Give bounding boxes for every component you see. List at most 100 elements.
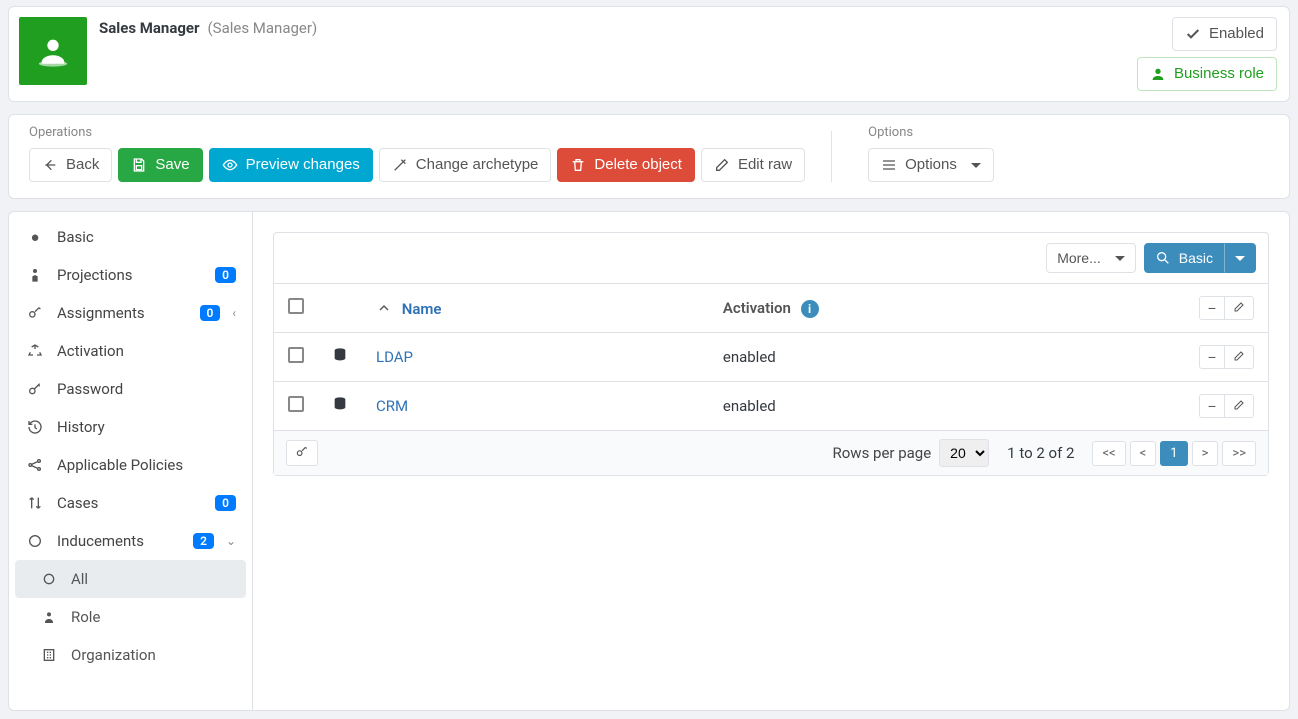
sidebar-sub-organization[interactable]: Organization: [9, 636, 252, 674]
back-button[interactable]: Back: [29, 148, 112, 182]
row-collapse-button[interactable]: −: [1199, 345, 1225, 369]
inducements-table: Name Activation i −: [274, 283, 1268, 431]
options-section-label: Options: [868, 125, 994, 140]
pager-next[interactable]: >: [1192, 441, 1219, 466]
edit-raw-label: Edit raw: [738, 155, 792, 175]
table-row: CRM enabled −: [274, 382, 1268, 431]
row-activation-value: enabled: [723, 348, 776, 366]
table-footer: Rows per page 20 1 to 2 of 2 << < 1 > >>: [274, 431, 1268, 475]
sidebar-item-label: Projections: [57, 266, 203, 284]
business-role-icon: [1150, 66, 1166, 82]
row-checkbox[interactable]: [288, 347, 304, 363]
edit-raw-button[interactable]: Edit raw: [701, 148, 805, 182]
more-label: More...: [1057, 248, 1101, 268]
history-icon: [25, 419, 45, 435]
preview-changes-button[interactable]: Preview changes: [209, 148, 373, 182]
row-name-link[interactable]: CRM: [376, 397, 408, 415]
search-basic-split: Basic: [1144, 243, 1256, 273]
trash-icon: [570, 157, 586, 173]
more-dropdown-button[interactable]: More...: [1046, 243, 1136, 273]
business-role-button[interactable]: Business role: [1137, 57, 1277, 91]
database-icon: [332, 349, 348, 367]
rows-per-page-select[interactable]: 20: [939, 439, 989, 467]
rows-per-page-label: Rows per page: [833, 444, 932, 462]
delete-object-button[interactable]: Delete object: [557, 148, 695, 182]
preview-label: Preview changes: [246, 155, 360, 175]
share-icon: [25, 457, 45, 473]
content-area: More... Basic: [253, 212, 1289, 710]
row-activation-value: enabled: [723, 397, 776, 415]
pager-last[interactable]: >>: [1222, 441, 1256, 466]
chevron-down-icon: ⌄: [226, 534, 236, 548]
role-icon: [39, 609, 59, 625]
column-name-header[interactable]: Name: [402, 300, 442, 318]
sidebar-item-assignments[interactable]: Assignments 0 ‹: [9, 294, 252, 332]
add-inducement-button[interactable]: [286, 440, 318, 466]
sidebar-item-activation[interactable]: Activation: [9, 332, 252, 370]
enabled-label: Enabled: [1209, 24, 1264, 44]
table-card: More... Basic: [273, 232, 1269, 476]
sidebar-item-password[interactable]: Password: [9, 370, 252, 408]
circle-outline-icon: [25, 533, 45, 549]
sidebar-sub-all[interactable]: All: [15, 560, 246, 598]
enabled-status-button[interactable]: Enabled: [1172, 17, 1277, 51]
sort-asc-icon[interactable]: [376, 300, 392, 320]
count-badge: 0: [215, 267, 236, 283]
select-all-checkbox[interactable]: [288, 298, 304, 314]
operations-section-label: Operations: [29, 125, 805, 140]
recycle-icon: [25, 343, 45, 359]
count-badge: 0: [215, 495, 236, 511]
eye-icon: [222, 157, 238, 173]
sidebar-item-label: Assignments: [57, 304, 188, 322]
sidebar-item-cases[interactable]: Cases 0: [9, 484, 252, 522]
assign-icon: [25, 305, 45, 321]
row-checkbox[interactable]: [288, 396, 304, 412]
chevron-left-icon: ‹: [232, 306, 236, 320]
table-row: LDAP enabled −: [274, 333, 1268, 382]
sidebar-item-policies[interactable]: Applicable Policies: [9, 446, 252, 484]
sidebar-item-label: Password: [57, 380, 236, 398]
org-icon: [39, 647, 59, 663]
row-edit-button[interactable]: [1225, 394, 1254, 418]
sidebar-item-history[interactable]: History: [9, 408, 252, 446]
search-basic-label: Basic: [1179, 248, 1213, 268]
circle-outline-icon: [39, 571, 59, 587]
pager-first[interactable]: <<: [1092, 441, 1125, 466]
database-icon: [332, 398, 348, 416]
pager: << < 1 > >>: [1092, 441, 1256, 466]
column-collapse-button[interactable]: −: [1199, 296, 1225, 320]
sidebar-item-label: Applicable Policies: [57, 456, 236, 474]
search-icon: [1155, 250, 1171, 266]
row-name-link[interactable]: LDAP: [376, 348, 413, 366]
row-edit-button[interactable]: [1225, 345, 1254, 369]
sidebar-item-label: Inducements: [57, 532, 181, 550]
wand-icon: [392, 157, 408, 173]
sidebar-item-projections[interactable]: Projections 0: [9, 256, 252, 294]
search-basic-button[interactable]: Basic: [1144, 243, 1224, 273]
delete-label: Delete object: [594, 155, 682, 175]
info-icon[interactable]: i: [801, 300, 819, 318]
options-dropdown-button[interactable]: Options: [868, 148, 994, 182]
save-button[interactable]: Save: [118, 148, 202, 182]
count-badge: 0: [200, 305, 221, 321]
column-edit-button[interactable]: [1225, 296, 1254, 320]
pager-prev[interactable]: <: [1130, 441, 1157, 466]
person-icon: [25, 267, 45, 283]
edit-icon: [714, 157, 730, 173]
sidebar-item-inducements[interactable]: Inducements 2 ⌄: [9, 522, 252, 560]
range-label: 1 to 2 of 2: [1007, 444, 1074, 462]
section-divider: [831, 131, 832, 182]
sidebar-sub-role[interactable]: Role: [9, 598, 252, 636]
change-archetype-label: Change archetype: [416, 155, 539, 175]
circle-solid-icon: ●: [25, 228, 45, 246]
sidebar-item-label: Organization: [71, 646, 236, 664]
pager-current[interactable]: 1: [1160, 441, 1187, 466]
change-archetype-button[interactable]: Change archetype: [379, 148, 552, 182]
menu-icon: [881, 157, 897, 173]
row-collapse-button[interactable]: −: [1199, 394, 1225, 418]
search-basic-caret[interactable]: [1224, 243, 1256, 273]
arrow-left-icon: [42, 157, 58, 173]
column-activation-header: Activation: [723, 299, 791, 317]
sidebar-item-basic[interactable]: ● Basic: [9, 218, 252, 256]
back-label: Back: [66, 155, 99, 175]
